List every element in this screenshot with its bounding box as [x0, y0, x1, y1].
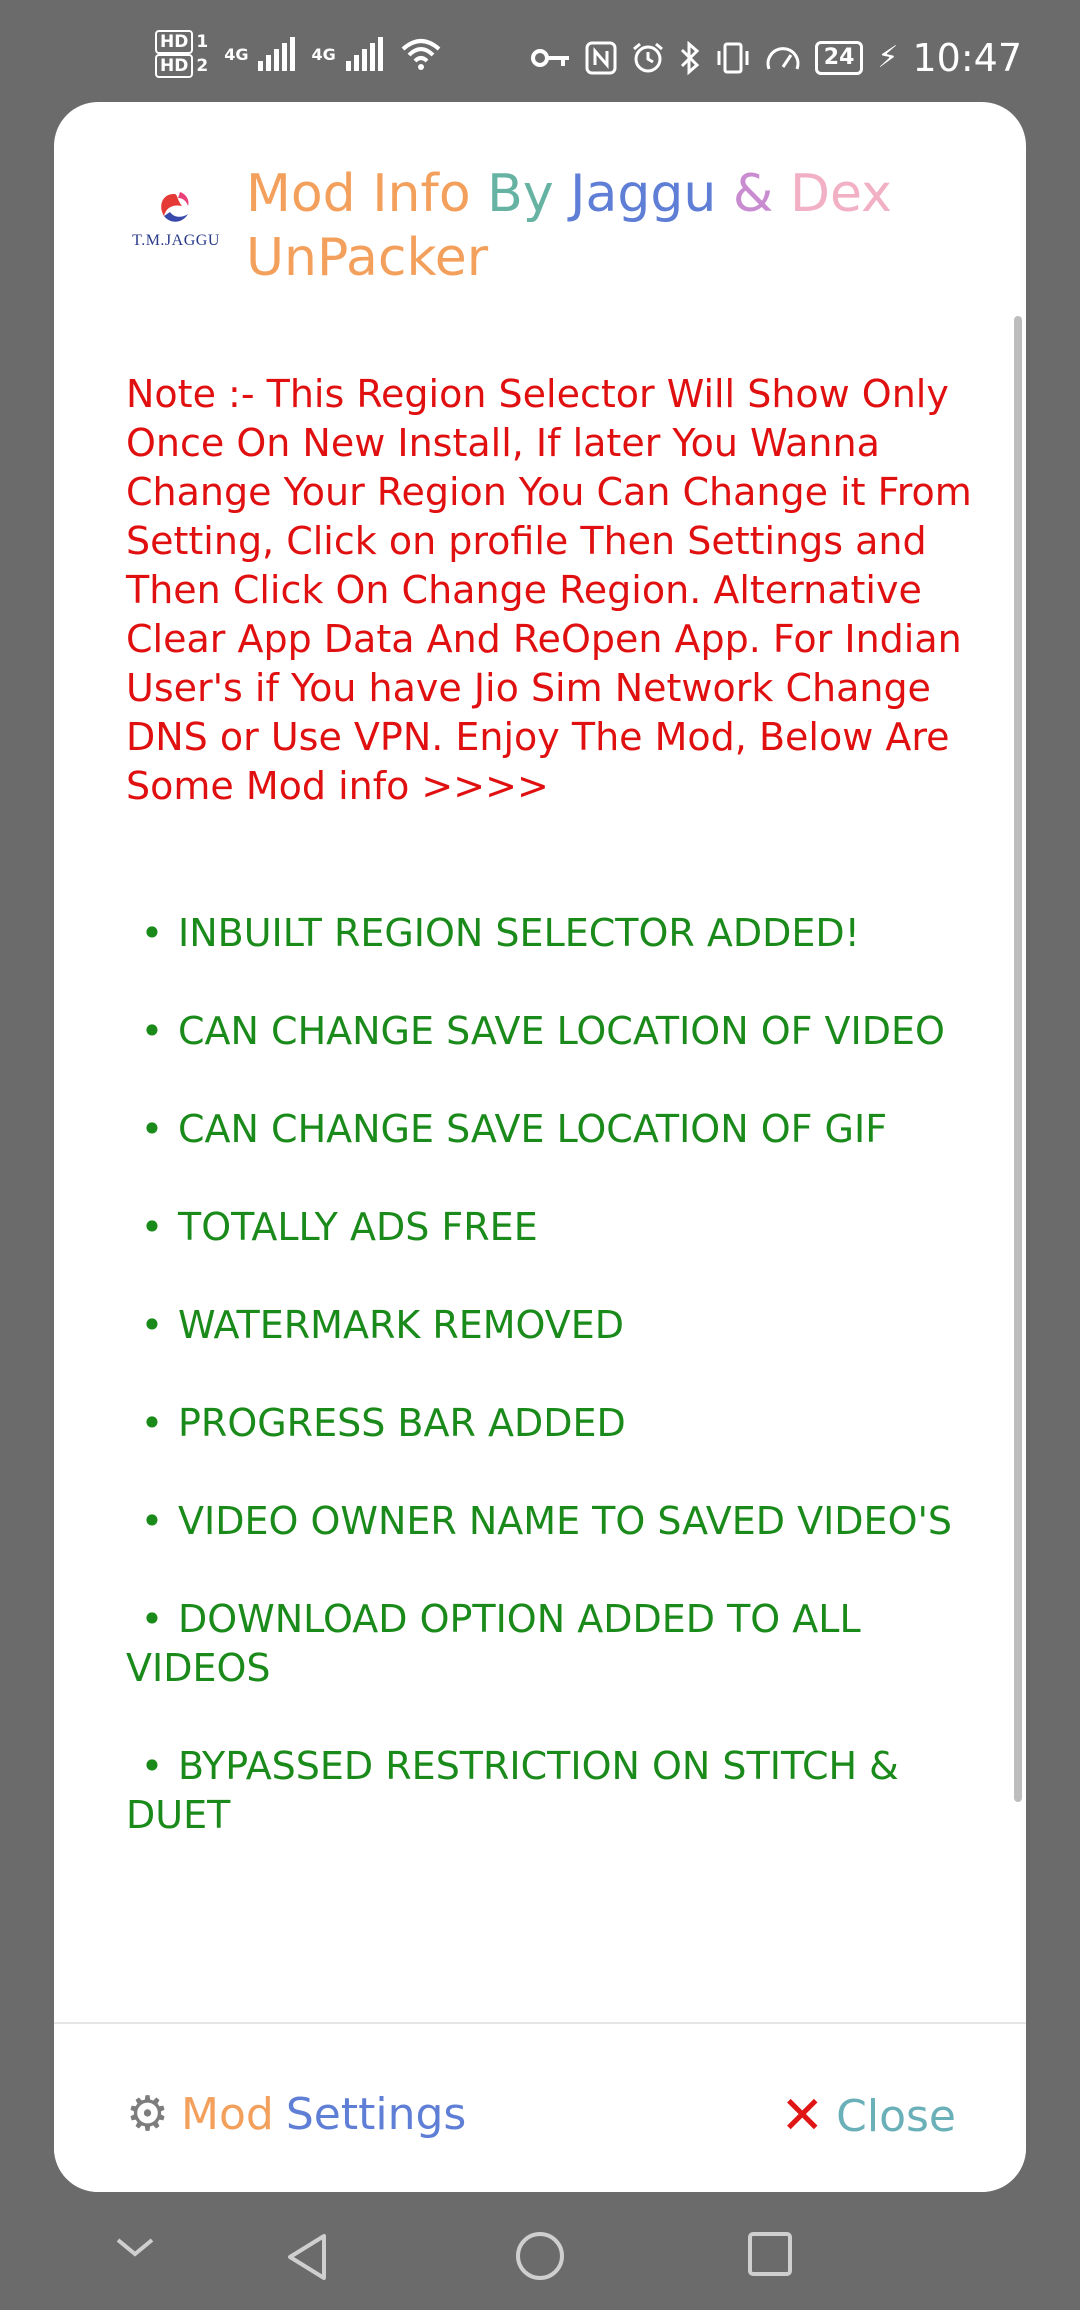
bullet: •: [140, 1401, 164, 1445]
signal-icon: [258, 37, 296, 71]
hd-indicator-1: HD 1: [155, 30, 208, 54]
dialog-header: T.M.JAGGU Mod Info By Jaggu & Dex UnPack…: [54, 102, 1026, 302]
gear-icon: ⚙: [126, 2086, 170, 2142]
feature-text: CAN CHANGE SAVE LOCATION OF GIF: [178, 1107, 888, 1151]
vpn-key-icon: [530, 49, 569, 67]
list-item: • CAN CHANGE SAVE LOCATION OF GIF: [126, 1105, 996, 1154]
logo-bird-icon: [161, 192, 189, 222]
title-word-by: By: [487, 164, 554, 224]
network-type-2: 4G: [311, 44, 336, 64]
feature-text: DOWNLOAD OPTION ADDED TO ALL VIDEOS: [126, 1597, 861, 1690]
close-label: Close: [836, 2090, 956, 2142]
list-item: • DOWNLOAD OPTION ADDED TO ALL VIDEOS: [126, 1595, 996, 1693]
dialog-footer: ⚙ Mod Settings ✕ Close: [54, 2022, 1026, 2192]
feature-text: CAN CHANGE SAVE LOCATION OF VIDEO: [178, 1009, 945, 1053]
hd-indicator-2: HD 2: [155, 54, 208, 78]
feature-list: • INBUILT REGION SELECTOR ADDED! • CAN CHA…: [126, 909, 996, 1840]
recent-apps-icon[interactable]: [746, 2230, 794, 2278]
dialog-title: Mod Info By Jaggu & Dex UnPacker: [246, 162, 966, 290]
navigation-bar: [0, 2200, 1080, 2310]
network-type-1: 4G: [224, 44, 249, 64]
bullet: •: [140, 1009, 164, 1053]
list-item: • PROGRESS BAR ADDED: [126, 1399, 996, 1448]
speed-icon: [766, 47, 800, 70]
dialog-content[interactable]: Note :- This Region Selector Will Show O…: [126, 370, 996, 1889]
title-word-info: Info: [372, 164, 471, 224]
home-icon[interactable]: [514, 2230, 566, 2282]
title-word-dex: Dex: [789, 164, 892, 224]
settings-label-word1: Mod: [181, 2088, 274, 2140]
chevron-down-icon[interactable]: [112, 2226, 158, 2266]
tm-jaggu-logo: T.M.JAGGU: [128, 188, 224, 258]
feature-text: TOTALLY ADS FREE: [178, 1205, 538, 1249]
title-word-amp: &: [732, 164, 774, 224]
list-item: • CAN CHANGE SAVE LOCATION OF VIDEO: [126, 1007, 996, 1056]
logo-text: T.M.JAGGU: [132, 232, 220, 249]
status-bar-right: 24 ⚡ 10:47: [530, 36, 1022, 80]
feature-text: PROGRESS BAR ADDED: [178, 1401, 626, 1445]
title-word-mod: Mod: [246, 164, 356, 224]
bullet: •: [140, 1597, 164, 1641]
region-note: Note :- This Region Selector Will Show O…: [126, 372, 972, 808]
list-item: • WATERMARK REMOVED: [126, 1301, 996, 1350]
title-word-unpacker: UnPacker: [246, 228, 489, 288]
feature-text: WATERMARK REMOVED: [178, 1303, 625, 1347]
back-icon[interactable]: [284, 2230, 332, 2284]
list-item: • BYPASSED RESTRICTION ON STITCH & DUET: [126, 1742, 996, 1840]
feature-text: INBUILT REGION SELECTOR ADDED!: [178, 911, 860, 955]
wifi-icon: [401, 39, 441, 70]
charging-icon: ⚡: [877, 40, 899, 75]
nfc-icon: [585, 41, 617, 75]
title-word-jaggu: Jaggu: [570, 164, 717, 224]
bullet: •: [140, 911, 164, 955]
mod-settings-button[interactable]: ⚙ Mod Settings: [126, 2086, 466, 2142]
mod-info-dialog: T.M.JAGGU Mod Info By Jaggu & Dex UnPack…: [54, 102, 1026, 2192]
status-bar: HD 1 HD 2 4G 4G 24 ⚡ 10:47: [0, 0, 1080, 110]
bluetooth-icon: [680, 41, 699, 75]
close-button[interactable]: ✕ Close: [781, 2086, 956, 2146]
list-item: • TOTALLY ADS FREE: [126, 1203, 996, 1252]
status-bar-left: HD 1 HD 2 4G 4G: [155, 30, 441, 78]
settings-label-word2: Settings: [285, 2088, 467, 2140]
alarm-icon: [632, 42, 663, 73]
bullet: •: [140, 1107, 164, 1151]
signal-icon: [345, 37, 383, 71]
feature-text: BYPASSED RESTRICTION ON STITCH & DUET: [126, 1744, 899, 1837]
list-item: • INBUILT REGION SELECTOR ADDED!: [126, 909, 996, 958]
content-scrollbar[interactable]: [1014, 316, 1022, 1802]
hd-indicators: HD 1 HD 2: [155, 30, 208, 78]
vibrate-icon: [717, 42, 749, 74]
bullet: •: [140, 1205, 164, 1249]
bullet: •: [140, 1499, 164, 1543]
feature-text: VIDEO OWNER NAME TO SAVED VIDEO'S: [178, 1499, 953, 1543]
battery-level: 24: [814, 41, 864, 75]
list-item: • VIDEO OWNER NAME TO SAVED VIDEO'S: [126, 1497, 996, 1546]
clock: 10:47: [912, 36, 1022, 80]
cross-mark-icon: ✕: [780, 2086, 825, 2146]
bullet: •: [140, 1303, 164, 1347]
bullet: •: [140, 1744, 164, 1788]
